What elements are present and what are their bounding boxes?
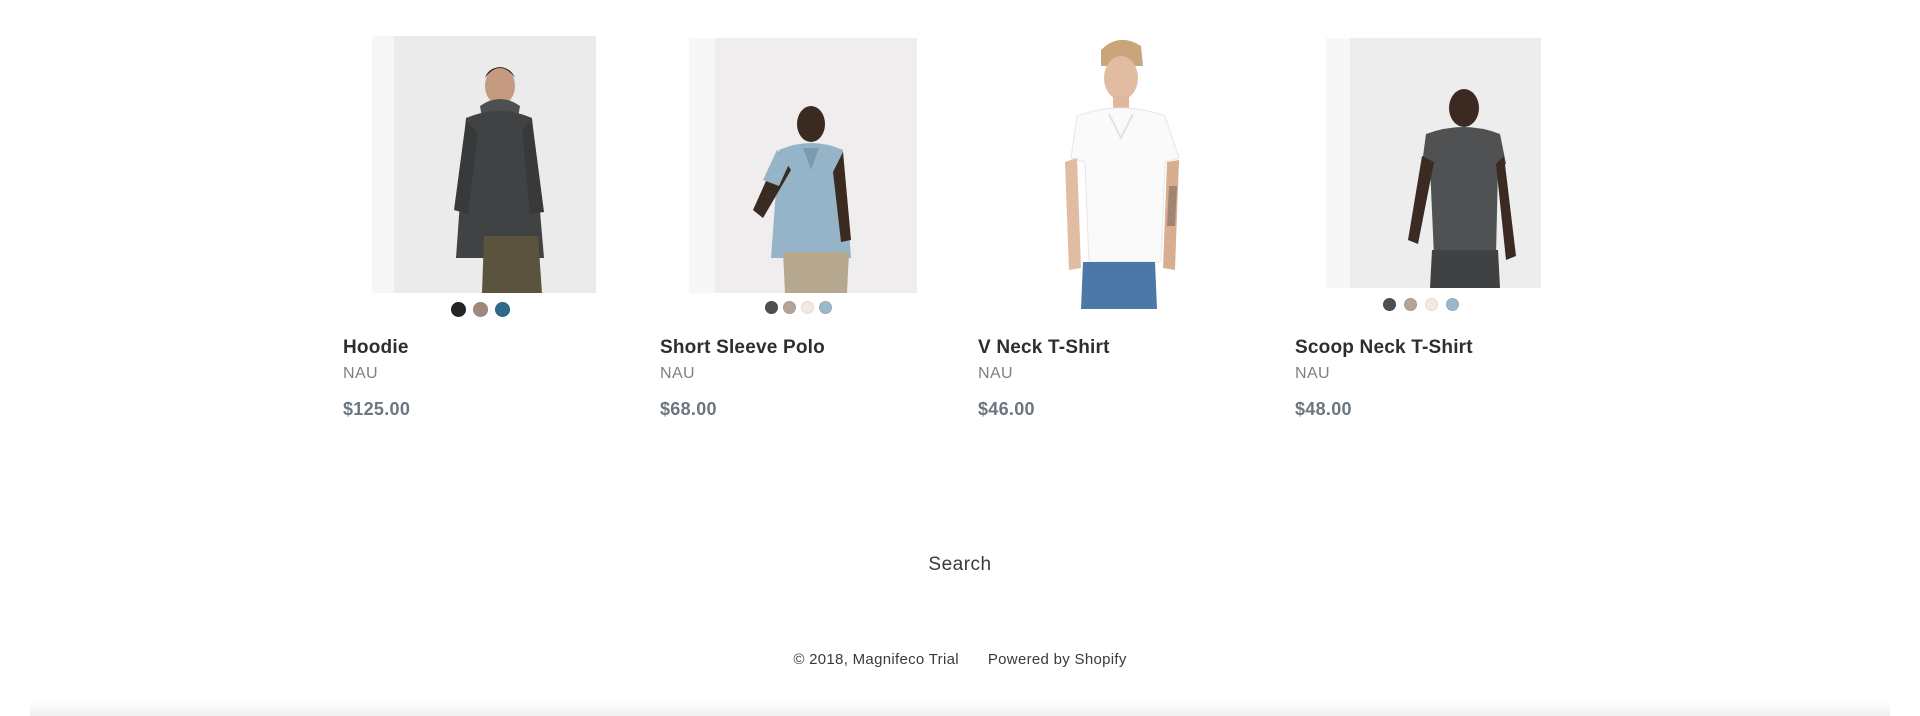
product-card[interactable]: V Neck T-Shirt NAU $46.00	[978, 0, 1258, 419]
color-swatches	[1383, 298, 1459, 311]
product-price: $48.00	[1295, 399, 1352, 419]
color-swatch[interactable]	[765, 301, 778, 314]
product-image-vneck[interactable]	[1043, 36, 1193, 309]
color-swatches	[451, 302, 510, 317]
product-media	[660, 0, 940, 330]
product-price: $125.00	[343, 399, 411, 419]
product-title[interactable]: V Neck T-Shirt	[978, 337, 1110, 359]
product-price: $46.00	[978, 399, 1035, 419]
product-image-scoopneck[interactable]	[1326, 38, 1541, 288]
product-grid: Hoodie NAU $125.00 Short Sleeve Polo NAU…	[343, 0, 1613, 440]
product-media	[343, 0, 623, 330]
color-swatches	[765, 301, 832, 314]
product-vendor: NAU	[343, 365, 378, 382]
product-title[interactable]: Scoop Neck T-Shirt	[1295, 337, 1473, 359]
search-link[interactable]: Search	[928, 554, 991, 575]
product-card[interactable]: Scoop Neck T-Shirt NAU $48.00	[1295, 0, 1575, 419]
footer: © 2018, Magnifeco Trial Powered by Shopi…	[0, 651, 1920, 668]
product-price: $68.00	[660, 399, 717, 419]
copyright-text: © 2018, Magnifeco Trial	[793, 651, 959, 668]
color-swatch[interactable]	[473, 302, 488, 317]
bottom-divider	[30, 700, 1890, 716]
product-title[interactable]: Short Sleeve Polo	[660, 337, 825, 359]
color-swatch[interactable]	[1383, 298, 1396, 311]
color-swatch[interactable]	[801, 301, 814, 314]
color-swatch[interactable]	[495, 302, 510, 317]
footer-search: Search	[0, 554, 1920, 576]
product-vendor: NAU	[660, 365, 695, 382]
product-image-polo[interactable]	[689, 38, 917, 293]
product-card[interactable]: Short Sleeve Polo NAU $68.00	[660, 0, 940, 419]
product-media	[978, 0, 1258, 330]
powered-by-link[interactable]: Powered by Shopify	[988, 651, 1127, 668]
color-swatch[interactable]	[819, 301, 832, 314]
color-swatch[interactable]	[783, 301, 796, 314]
product-vendor: NAU	[1295, 365, 1330, 382]
product-media	[1295, 0, 1575, 330]
product-card[interactable]: Hoodie NAU $125.00	[343, 0, 623, 419]
product-image-hoodie[interactable]	[372, 36, 596, 293]
product-title[interactable]: Hoodie	[343, 337, 409, 359]
color-swatch[interactable]	[1425, 298, 1438, 311]
color-swatch[interactable]	[1446, 298, 1459, 311]
color-swatch[interactable]	[451, 302, 466, 317]
product-vendor: NAU	[978, 365, 1013, 382]
color-swatch[interactable]	[1404, 298, 1417, 311]
